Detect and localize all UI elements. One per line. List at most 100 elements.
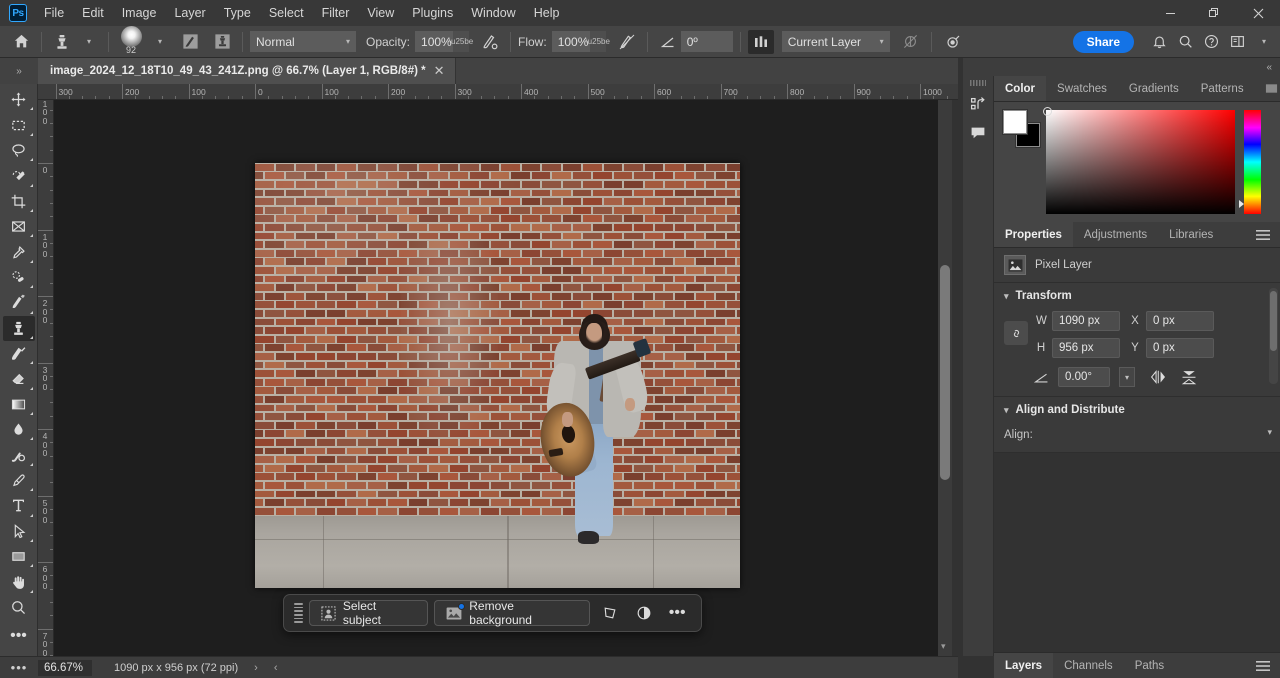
menu-help[interactable]: Help <box>525 2 569 24</box>
blend-mode-select[interactable]: Normal ▾ <box>250 31 356 52</box>
pen-tool[interactable] <box>3 468 35 493</box>
comments-icon[interactable] <box>965 119 992 147</box>
status-collapse-icon[interactable]: ‹ <box>274 662 278 674</box>
panels-collapse-button[interactable]: « <box>963 58 1280 76</box>
width-input[interactable]: 1090 px <box>1052 311 1120 331</box>
brush-size-preview[interactable]: 92 <box>116 25 146 57</box>
link-aspect-ratio-icon[interactable] <box>1004 321 1028 345</box>
color-picker-field[interactable] <box>1043 107 1235 214</box>
vertical-ruler[interactable]: 100 0 100 200 300 400 500 600 700 <box>38 100 54 656</box>
vertical-scrollbar-thumb[interactable] <box>940 265 950 480</box>
bell-icon[interactable] <box>1146 30 1172 54</box>
menu-plugins[interactable]: Plugins <box>403 2 462 24</box>
horizontal-ruler[interactable]: 300 200 100 0 100 200 300 400 500 600 700 800 900 100… <box>38 84 958 100</box>
drag-grip-icon[interactable] <box>294 602 303 624</box>
height-input[interactable]: 956 px <box>1052 338 1120 358</box>
menu-filter[interactable]: Filter <box>313 2 359 24</box>
tab-swatches[interactable]: Swatches <box>1046 76 1118 101</box>
symmetry-icon[interactable] <box>747 29 774 54</box>
tab-color[interactable]: Color <box>994 76 1047 101</box>
canvas-vertical-scrollbar[interactable]: ▾ <box>938 100 952 656</box>
more-options-button[interactable]: ••• <box>663 600 691 626</box>
rectangular-marquee-tool[interactable] <box>3 112 35 137</box>
crop-tool[interactable] <box>3 189 35 214</box>
clone-stamp-tool-icon[interactable] <box>49 30 75 54</box>
gradient-tool[interactable] <box>3 392 35 417</box>
status-more-button[interactable]: ••• <box>0 660 38 675</box>
ignore-adjustment-icon[interactable] <box>898 30 924 54</box>
flip-horizontal-icon[interactable] <box>1150 369 1167 385</box>
rotation-caret[interactable]: ▾ <box>1119 367 1135 387</box>
zoom-tool[interactable] <box>3 595 35 620</box>
help-icon[interactable] <box>1198 30 1224 54</box>
angle-input[interactable]: 0º <box>680 31 733 52</box>
airbrush-icon[interactable] <box>477 30 503 54</box>
panel-collapse-left[interactable]: » <box>0 58 38 84</box>
status-expand-icon[interactable]: › <box>254 662 258 674</box>
tool-preset-caret[interactable]: ▾ <box>75 30 101 54</box>
eraser-tool[interactable] <box>3 366 35 391</box>
menu-window[interactable]: Window <box>462 2 524 24</box>
flow-control[interactable]: 100% \u25be <box>551 31 610 52</box>
brush-tool[interactable] <box>3 290 35 315</box>
tab-paths[interactable]: Paths <box>1124 653 1175 678</box>
frame-tool[interactable] <box>3 214 35 239</box>
search-icon[interactable] <box>1172 30 1198 54</box>
select-subject-button[interactable]: Select subject <box>308 599 429 627</box>
tab-patterns[interactable]: Patterns <box>1190 76 1255 101</box>
scroll-down-icon[interactable]: ▾ <box>941 641 946 652</box>
object-selection-tool[interactable] <box>3 163 35 188</box>
opacity-caret[interactable]: \u25be <box>449 31 473 52</box>
dodge-tool[interactable] <box>3 442 35 467</box>
layers-panel-menu-icon[interactable] <box>1246 653 1280 678</box>
chevron-down-icon[interactable]: ▾ <box>1004 291 1009 302</box>
tab-layers[interactable]: Layers <box>994 653 1054 678</box>
tab-channels[interactable]: Channels <box>1053 653 1124 678</box>
tab-gradients[interactable]: Gradients <box>1118 76 1190 101</box>
flip-vertical-icon[interactable] <box>1181 370 1197 385</box>
hue-slider-marker[interactable] <box>1239 200 1244 208</box>
path-selection-tool[interactable] <box>3 519 35 544</box>
artboard[interactable] <box>255 163 740 588</box>
clone-source-icon[interactable] <box>209 30 235 54</box>
properties-panel-menu-icon[interactable] <box>1246 222 1280 247</box>
transform-section-header[interactable]: ▾ Transform <box>1004 290 1270 302</box>
flow-caret[interactable]: \u25be <box>585 31 610 52</box>
hue-slider[interactable] <box>1239 110 1261 214</box>
align-section-header[interactable]: ▾ Align and Distribute <box>1004 404 1270 416</box>
menu-select[interactable]: Select <box>260 2 313 24</box>
chevron-down-icon-align[interactable]: ▾ <box>1004 405 1009 416</box>
dock-grip-icon[interactable] <box>970 80 986 86</box>
type-tool[interactable] <box>3 493 35 518</box>
spot-healing-brush-tool[interactable] <box>3 265 35 290</box>
menu-edit[interactable]: Edit <box>73 2 113 24</box>
opacity-control[interactable]: 100% \u25be <box>415 31 473 52</box>
lasso-tool[interactable] <box>3 138 35 163</box>
pressure-opacity-icon[interactable] <box>939 30 965 54</box>
hand-tool[interactable] <box>3 569 35 594</box>
zoom-level-field[interactable]: 66.67% <box>38 659 92 676</box>
x-input[interactable]: 0 px <box>1146 311 1214 331</box>
tab-properties[interactable]: Properties <box>994 222 1073 247</box>
tab-adjustments[interactable]: Adjustments <box>1073 222 1158 247</box>
menu-type[interactable]: Type <box>215 2 260 24</box>
eyedropper-tool[interactable] <box>3 239 35 264</box>
canvas-area[interactable]: Select subject Remove background ••• <box>54 100 944 656</box>
close-icon[interactable]: ✕ <box>434 63 445 79</box>
history-actions-icon[interactable] <box>965 91 992 119</box>
home-icon[interactable] <box>8 30 34 54</box>
color-swatches[interactable] <box>1003 110 1040 147</box>
properties-scrollbar[interactable] <box>1269 288 1278 384</box>
maximize-button[interactable] <box>1192 0 1236 26</box>
y-input[interactable]: 0 px <box>1146 338 1214 358</box>
move-tool[interactable] <box>3 87 35 112</box>
rotation-input[interactable]: 0.00° <box>1058 367 1110 387</box>
workspace-caret[interactable]: ▾ <box>1250 30 1276 54</box>
menu-view[interactable]: View <box>358 2 403 24</box>
align-options-caret[interactable]: ▾ <box>1267 427 1272 438</box>
panel-menu-icon[interactable] <box>1255 76 1280 101</box>
menu-image[interactable]: Image <box>113 2 166 24</box>
foreground-color-swatch[interactable] <box>1003 110 1027 134</box>
history-brush-tool[interactable] <box>3 341 35 366</box>
menu-layer[interactable]: Layer <box>165 2 214 24</box>
